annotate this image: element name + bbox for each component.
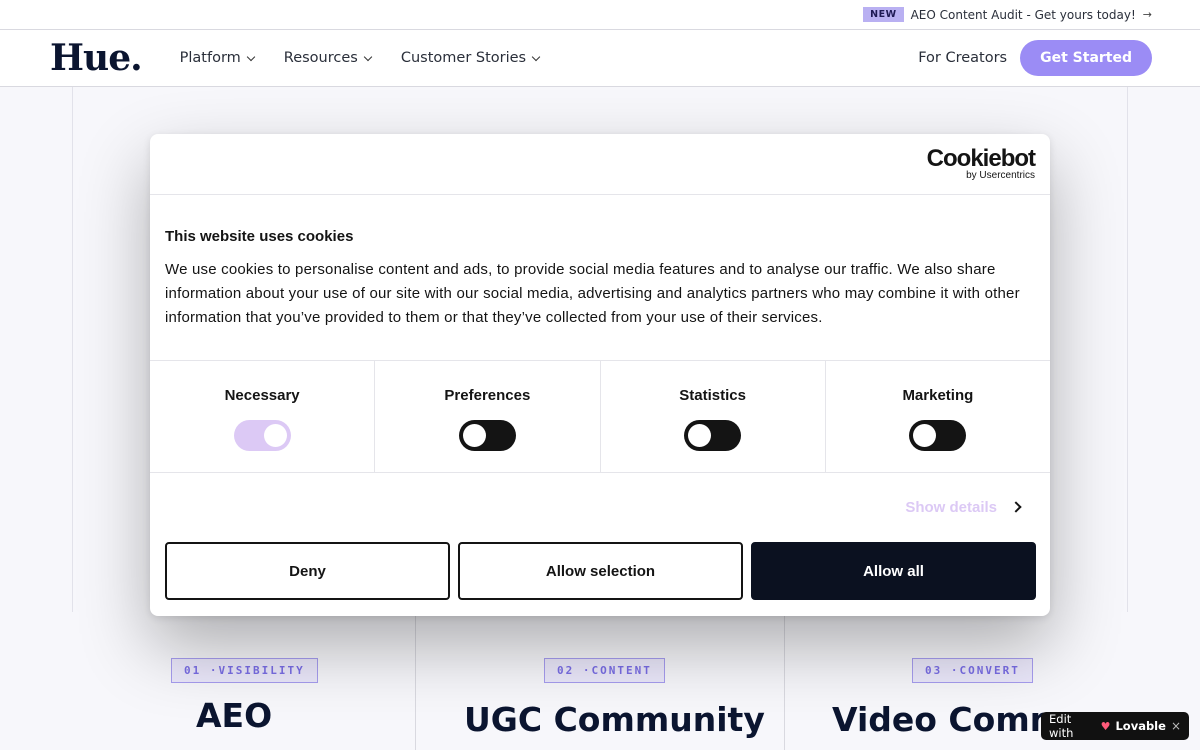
cookiebot-brand: Cookiebot [926, 145, 1036, 172]
switch-knob [462, 424, 486, 447]
for-creators-link[interactable]: For Creators [918, 50, 1007, 66]
lovable-badge[interactable]: Edit with ♥ Lovable × [1041, 712, 1189, 740]
heart-icon: ♥ [1100, 719, 1111, 733]
logo[interactable]: Hue. [50, 37, 143, 79]
dialog-header: Cookiebot by Usercentrics [150, 134, 1050, 195]
nav-item-resources[interactable]: Resources [283, 50, 373, 66]
toggle-preferences: Preferences [375, 361, 601, 472]
new-badge: NEW [863, 7, 904, 22]
announcement-text[interactable]: AEO Content Audit - Get yours today! [911, 8, 1136, 22]
column-divider [784, 612, 785, 750]
feature-tag: 02 ·CONTENT [544, 658, 665, 683]
site-header: Hue. Platform Resources Customer Stories… [0, 30, 1200, 87]
lovable-brand: Lovable [1115, 719, 1166, 733]
feature-title: Video Comm [832, 700, 1065, 739]
toggle-necessary: Necessary [150, 361, 376, 472]
toggle-label: Statistics [679, 387, 746, 404]
chevron-down-icon [246, 52, 256, 61]
feature-title: AEO [196, 696, 273, 735]
nav-item-customer-stories[interactable]: Customer Stories [400, 50, 541, 66]
arrow-right-icon: → [1142, 8, 1152, 21]
nav-item-label: Resources [283, 50, 358, 66]
cookiebot-logo: Cookiebot by Usercentrics [926, 145, 1036, 182]
lovable-prefix: Edit with [1049, 712, 1074, 740]
toggle-label: Preferences [444, 387, 531, 404]
dialog-title: This website uses cookies [165, 228, 354, 245]
feature-title: UGC Community [464, 700, 765, 739]
chevron-right-icon[interactable] [1010, 501, 1022, 513]
switch-knob [688, 424, 712, 447]
switch-knob [263, 424, 287, 447]
chevron-down-icon [531, 52, 541, 61]
dialog-body: This website uses cookies We use cookies… [150, 195, 1050, 360]
switch-knob [913, 424, 937, 447]
necessary-switch [233, 420, 291, 451]
preferences-switch[interactable] [458, 420, 516, 451]
nav-item-label: Platform [179, 50, 241, 66]
feature-tag: 03 ·CONVERT [912, 658, 1033, 683]
header-actions: For Creators Get Started [918, 40, 1152, 76]
nav-item-label: Customer Stories [400, 50, 527, 66]
allow-selection-button[interactable]: Allow selection [458, 542, 743, 600]
get-started-button[interactable]: Get Started [1020, 40, 1152, 76]
consent-buttons: Deny Allow selection Allow all [165, 542, 1036, 600]
marketing-switch[interactable] [909, 420, 967, 451]
chevron-down-icon [363, 52, 373, 61]
cookie-dialog: Cookiebot by Usercentrics This website u… [150, 134, 1050, 616]
nav-item-platform[interactable]: Platform [179, 50, 256, 66]
column-divider [415, 612, 416, 750]
toggle-marketing: Marketing [826, 361, 1050, 472]
details-row: Show details [150, 473, 1050, 542]
dialog-text: We use cookies to personalise content an… [165, 261, 1020, 326]
feature-tag: 01 ·VISIBILITY [171, 658, 318, 683]
show-details-link[interactable]: Show details [905, 499, 997, 516]
deny-button[interactable]: Deny [165, 542, 450, 600]
announcement-bar[interactable]: NEW AEO Content Audit - Get yours today!… [0, 0, 1200, 30]
main-nav: Platform Resources Customer Stories [179, 50, 541, 66]
consent-toggles: Necessary Preferences Statistics Marketi… [150, 360, 1050, 473]
close-icon[interactable]: × [1171, 719, 1181, 733]
allow-all-button[interactable]: Allow all [751, 542, 1036, 600]
toggle-label: Necessary [224, 387, 300, 404]
toggle-statistics: Statistics [601, 361, 826, 472]
statistics-switch[interactable] [684, 420, 742, 451]
toggle-label: Marketing [902, 387, 974, 404]
